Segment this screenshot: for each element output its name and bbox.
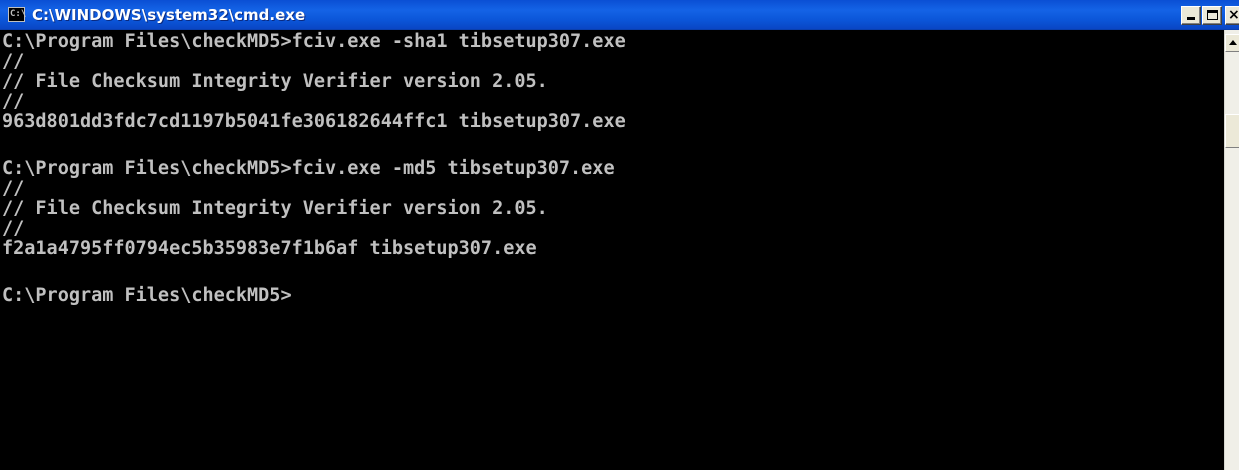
title-bar[interactable]: C:\ C:\WINDOWS\system32\cmd.exe × — [0, 0, 1239, 30]
scroll-up-arrow-icon[interactable] — [1225, 34, 1239, 52]
console-line: // File Checksum Integrity Verifier vers… — [2, 198, 548, 219]
console-line: C:\Program Files\checkMD5>fciv.exe -sha1… — [2, 31, 626, 52]
maximize-icon — [1207, 10, 1218, 20]
console-line: 963d801dd3fdc7cd1197b5041fe306182644ffc1… — [2, 111, 626, 132]
vertical-scrollbar[interactable] — [1224, 30, 1239, 470]
console-output[interactable]: C:\Program Files\checkMD5>fciv.exe -sha1… — [0, 30, 1224, 470]
window-title: C:\WINDOWS\system32\cmd.exe — [32, 6, 306, 24]
console-line: f2a1a4795ff0794ec5b35983e7f1b6af tibsetu… — [2, 238, 537, 259]
console-line: // File Checksum Integrity Verifier vers… — [2, 71, 548, 92]
close-icon: × — [1228, 7, 1239, 23]
console-prompt: C:\Program Files\checkMD5> — [2, 285, 292, 306]
cmd-window: C:\ C:\WINDOWS\system32\cmd.exe × C:\Pro… — [0, 0, 1239, 470]
minimize-icon — [1187, 17, 1195, 20]
close-button[interactable]: × — [1225, 6, 1239, 25]
scroll-thumb[interactable] — [1225, 114, 1239, 148]
cmd-console-icon[interactable]: C:\ — [8, 7, 26, 22]
maximize-button[interactable] — [1202, 6, 1222, 25]
console-line: C:\Program Files\checkMD5>fciv.exe -md5 … — [2, 158, 615, 179]
minimize-button[interactable] — [1181, 6, 1201, 25]
